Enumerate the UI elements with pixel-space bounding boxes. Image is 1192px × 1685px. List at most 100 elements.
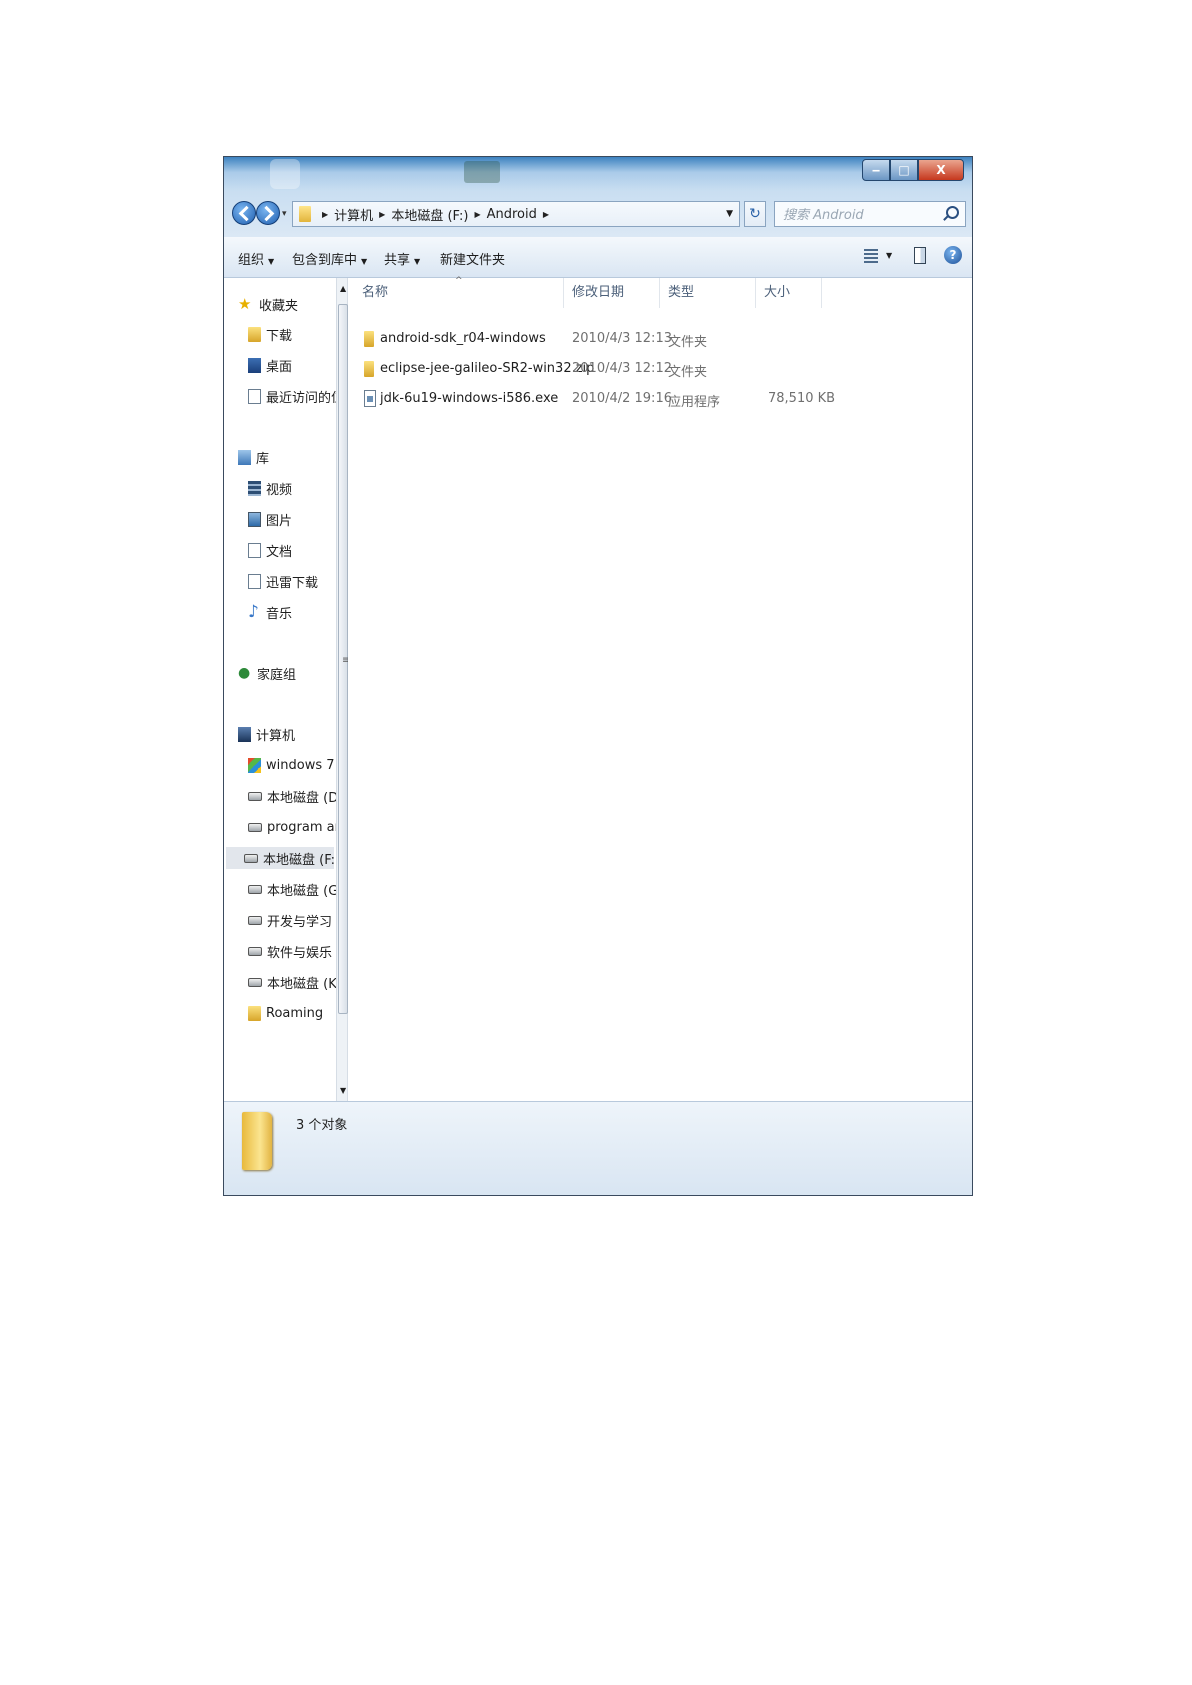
file-name: eclipse-jee-galileo-SR2-win32.zip (380, 361, 595, 376)
nav-pictures[interactable]: 图片 (248, 508, 292, 530)
hard-drive-icon (248, 946, 262, 956)
chevron-right-icon[interactable]: ▶ (379, 210, 385, 219)
search-input[interactable] (781, 203, 935, 227)
nav-drive-c-label: windows 7 (C:) (266, 757, 336, 773)
nav-drive-j-label: 软件与娱乐 (J:) (267, 945, 336, 961)
recent-places-icon (248, 388, 261, 404)
nav-documents[interactable]: 文档 (248, 539, 292, 561)
nav-drive-k-label: 本地磁盘 (K:) (267, 976, 336, 992)
column-header-date-modified[interactable]: 修改日期 (564, 278, 660, 308)
nav-drive-i[interactable]: 开发与学习 (I:) (248, 909, 336, 931)
hard-drive-icon (244, 853, 258, 863)
views-dropdown-icon[interactable]: ▼ (886, 251, 892, 260)
desktop-icon (248, 357, 261, 373)
column-header-type[interactable]: 类型 (660, 278, 756, 308)
chevron-right-icon[interactable]: ▶ (322, 210, 328, 219)
nav-homegroup[interactable]: ● 家庭组 (238, 662, 296, 684)
homegroup-icon: ● (238, 665, 251, 681)
nav-drive-e[interactable]: program and (248, 816, 336, 838)
nav-pane-scrollbar[interactable]: ▲ ≡ ▼ (336, 278, 350, 1101)
preview-pane-icon[interactable] (914, 247, 926, 264)
folder-icon (299, 206, 311, 222)
table-row[interactable]: android-sdk_r04-windows 2010/4/3 12:13 文… (358, 326, 828, 352)
chevron-down-icon: ▼ (268, 257, 275, 266)
breadcrumb-drive-f[interactable]: 本地磁盘 (F:) (391, 205, 468, 224)
command-bar: 组织 ▼ 包含到库中 ▼ 共享 ▼ 新建文件夹 ▼ ? (224, 237, 972, 278)
file-type: 文件夹 (668, 335, 708, 350)
breadcrumb-android[interactable]: Android (487, 207, 537, 222)
nav-drive-g[interactable]: 本地磁盘 (G:) (248, 878, 336, 900)
breadcrumb-computer[interactable]: 计算机 (334, 205, 373, 224)
minimize-button[interactable]: ‒ (862, 159, 890, 181)
nav-videos-label: 视频 (266, 482, 293, 498)
search-icon[interactable] (946, 206, 959, 219)
nav-videos[interactable]: 视频 (248, 477, 292, 499)
title-bar-background-shape (464, 161, 500, 183)
scroll-up-arrow-icon[interactable]: ▲ (340, 284, 346, 293)
system-drive-icon (248, 757, 261, 773)
file-modified: 2010/4/3 12:13 (572, 331, 672, 346)
nav-music[interactable]: ♪ 音乐 (248, 601, 292, 623)
back-button[interactable] (232, 201, 256, 225)
item-count: 3 个对象 (296, 1118, 348, 1133)
music-note-icon: ♪ (248, 602, 259, 622)
videos-icon (248, 480, 261, 496)
nav-thunder-downloads[interactable]: 迅雷下载 (248, 570, 318, 592)
column-header-size[interactable]: 大小 (756, 278, 822, 308)
nav-music-label: 音乐 (266, 606, 293, 622)
organize-label: 组织 (238, 253, 265, 268)
nav-libraries-label: 库 (256, 451, 270, 467)
nav-thunder-downloads-label: 迅雷下载 (266, 575, 319, 591)
documents-icon (248, 542, 261, 558)
nav-drive-i-label: 开发与学习 (I:) (267, 914, 336, 930)
address-bar[interactable]: ▶ 计算机 ▶ 本地磁盘 (F:) ▶ Android ▶ ▼ (292, 201, 740, 227)
file-type: 应用程序 (668, 395, 721, 410)
address-history-dropdown[interactable]: ▼ (726, 209, 733, 219)
table-row[interactable]: eclipse-jee-galileo-SR2-win32.zip 2010/4… (358, 356, 828, 382)
title-bar[interactable]: ‒ □ X (224, 157, 972, 191)
file-modified: 2010/4/3 12:12 (572, 361, 672, 376)
new-folder-button[interactable]: 新建文件夹 (440, 249, 505, 268)
scroll-down-arrow-icon[interactable]: ▼ (340, 1086, 346, 1095)
recent-pages-dropdown[interactable]: ▾ (282, 209, 287, 219)
close-button[interactable]: X (918, 159, 964, 181)
column-header-name[interactable]: ^ 名称 (354, 276, 564, 308)
table-row[interactable]: jdk-6u19-windows-i586.exe 2010/4/2 19:16… (358, 386, 835, 412)
file-size: 78,510 KB (768, 391, 836, 406)
nav-desktop[interactable]: 桌面 (248, 354, 292, 376)
navigation-pane: ★ 收藏夹 下载 桌面 最近访问的位置 库 视频 图片 文档 迅雷下载 ♪ 音乐 ●… (224, 278, 336, 1101)
nav-recent-places-label: 最近访问的位置 (266, 390, 336, 406)
include-in-library-menu[interactable]: 包含到库中 ▼ (292, 249, 367, 268)
organize-menu[interactable]: 组织 ▼ (238, 249, 274, 268)
share-menu[interactable]: 共享 ▼ (384, 249, 420, 268)
chevron-right-icon[interactable]: ▶ (474, 210, 480, 219)
chevron-right-icon[interactable]: ▶ (543, 210, 549, 219)
help-icon[interactable]: ? (944, 246, 962, 264)
nav-downloads[interactable]: 下载 (248, 323, 292, 345)
nav-computer-label: 计算机 (256, 728, 296, 744)
column-size-label: 大小 (764, 285, 791, 300)
computer-icon (238, 726, 251, 742)
nav-computer[interactable]: 计算机 (238, 723, 295, 745)
refresh-button[interactable]: ↻ (744, 201, 766, 227)
nav-recent-places[interactable]: 最近访问的位置 (248, 385, 336, 407)
nav-libraries[interactable]: 库 (238, 446, 269, 468)
column-date-label: 修改日期 (572, 285, 625, 300)
sort-ascending-icon: ^ (455, 276, 463, 286)
nav-drive-j[interactable]: 软件与娱乐 (J:) (248, 940, 336, 962)
pictures-icon (248, 511, 261, 527)
nav-drive-k[interactable]: 本地磁盘 (K:) (248, 971, 336, 993)
include-in-library-label: 包含到库中 (292, 253, 358, 268)
libraries-icon (238, 449, 251, 465)
nav-roaming[interactable]: Roaming (248, 1002, 323, 1024)
nav-drive-c[interactable]: windows 7 (C:) (248, 754, 336, 776)
maximize-button[interactable]: □ (890, 159, 918, 181)
details-pane: 3 个对象 (224, 1101, 972, 1195)
search-box[interactable] (774, 201, 966, 227)
nav-drive-d[interactable]: 本地磁盘 (D:) (248, 785, 336, 807)
change-view-icon[interactable] (864, 249, 878, 263)
scrollbar-thumb[interactable]: ≡ (338, 304, 350, 1014)
nav-drive-f[interactable]: 本地磁盘 (F:) (226, 847, 336, 869)
nav-favorites[interactable]: ★ 收藏夹 (238, 293, 298, 315)
forward-button[interactable] (256, 201, 280, 225)
